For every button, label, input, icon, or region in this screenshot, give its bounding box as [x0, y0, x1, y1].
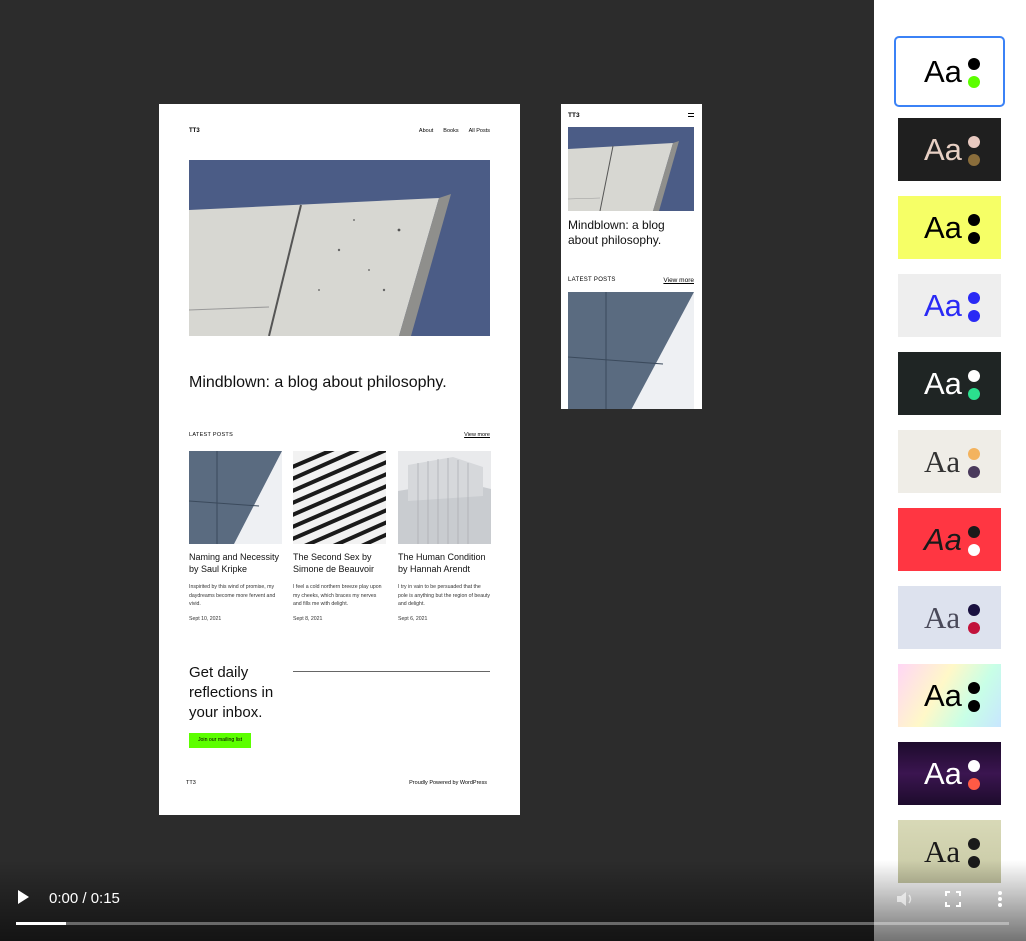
- style-variation-card[interactable]: Aa: [898, 742, 1001, 805]
- post-excerpt: Inspirited by this wind of promise, my d…: [189, 584, 276, 607]
- hamburger-menu-icon: [688, 113, 694, 119]
- style-variation-card[interactable]: Aa: [898, 664, 1001, 727]
- post-card: The Second Sex by Simone de Beauvoir I f…: [293, 451, 386, 622]
- site-tagline: Mindblown: a blog about philosophy.: [568, 218, 665, 247]
- style-variation-card[interactable]: Aa: [898, 118, 1001, 181]
- color-dot-primary: [968, 370, 980, 382]
- post-thumbnail: [398, 451, 491, 544]
- latest-posts-label: LATEST POSTS: [189, 432, 234, 438]
- style-variation-card[interactable]: Aa: [898, 586, 1001, 649]
- color-dot-accent: [968, 232, 980, 244]
- divider: [293, 671, 490, 672]
- video-progress-track[interactable]: [16, 922, 1009, 925]
- color-dot-accent: [968, 388, 980, 400]
- style-preview-text: Aa: [924, 54, 962, 89]
- play-icon[interactable]: [18, 890, 29, 904]
- post-date: Sept 6, 2021: [398, 615, 428, 622]
- color-dot-primary: [968, 838, 980, 850]
- nav-link-books: Books: [443, 128, 459, 134]
- footer-credit: Proudly Powered by WordPress: [409, 780, 487, 786]
- footer-brand: TT3: [186, 780, 196, 786]
- style-variation-card[interactable]: Aa: [894, 36, 1005, 107]
- more-options-icon[interactable]: [996, 890, 1004, 908]
- post-excerpt: I feel a cold northern breeze play upon …: [293, 584, 382, 607]
- style-preview-text: Aa: [924, 366, 962, 401]
- color-dot-primary: [968, 448, 980, 460]
- site-nav: About Books All Posts: [419, 128, 490, 134]
- video-progress-fill: [16, 922, 66, 925]
- latest-posts-label: LATEST POSTS: [568, 277, 616, 283]
- hero-image: [189, 160, 490, 336]
- color-dot-primary: [968, 682, 980, 694]
- mobile-preview: TT3 Mindblown: a blog about philosophy. …: [561, 104, 702, 409]
- nav-link-all-posts: All Posts: [468, 128, 490, 134]
- post-thumbnail: [568, 292, 694, 409]
- hero-image: [568, 127, 694, 211]
- color-dot-primary: [968, 136, 980, 148]
- color-dot-accent: [968, 544, 980, 556]
- post-card: Naming and Necessity by Saul Kripke Insp…: [189, 451, 282, 622]
- color-dot-primary: [968, 292, 980, 304]
- desktop-preview: TT3 About Books All Posts Mindblown: a b…: [159, 104, 520, 815]
- color-dot-accent: [968, 76, 980, 88]
- color-dot-accent: [968, 154, 980, 166]
- style-preview-text: Aa: [924, 600, 961, 635]
- site-tagline: Mindblown: a blog about philosophy.: [189, 374, 447, 391]
- color-dot-accent: [968, 310, 980, 322]
- site-brand: TT3: [568, 112, 580, 119]
- style-preview-text: Aa: [924, 132, 962, 167]
- style-variation-card[interactable]: Aa: [898, 508, 1001, 571]
- post-title: The Second Sex by Simone de Beauvoir: [293, 552, 375, 574]
- view-more-link: View more: [464, 432, 490, 438]
- view-more-link: View more: [663, 277, 694, 284]
- color-dot-accent: [968, 700, 980, 712]
- post-title: Naming and Necessity by Saul Kripke: [189, 552, 280, 574]
- post-card: The Human Condition by Hannah Arendt I t…: [398, 451, 491, 622]
- post-date: Sept 10, 2021: [189, 615, 222, 622]
- video-controls-bar: [0, 860, 1026, 941]
- style-variation-card[interactable]: Aa: [898, 196, 1001, 259]
- volume-icon[interactable]: [896, 890, 916, 908]
- color-dot-primary: [968, 214, 980, 226]
- style-variation-card[interactable]: Aa: [898, 352, 1001, 415]
- post-title: The Human Condition by Hannah Arendt: [398, 552, 486, 574]
- newsletter-heading: Get daily reflections in your inbox.: [189, 664, 274, 721]
- style-preview-text: Aa: [924, 522, 962, 557]
- color-dot-primary: [968, 58, 980, 70]
- post-date: Sept 8, 2021: [293, 615, 323, 622]
- style-preview-text: Aa: [924, 444, 961, 479]
- post-thumbnail: [293, 451, 386, 544]
- color-dot-accent: [968, 622, 980, 634]
- color-dot-primary: [968, 526, 980, 538]
- style-preview-text: Aa: [924, 756, 962, 791]
- color-dot-primary: [968, 760, 980, 772]
- video-time: 0:00 / 0:15: [49, 890, 120, 907]
- post-excerpt: I try in vain to be persuaded that the p…: [398, 584, 490, 607]
- color-dot-accent: [968, 466, 980, 478]
- style-preview-text: Aa: [924, 288, 962, 323]
- style-variation-card[interactable]: Aa: [898, 430, 1001, 493]
- fullscreen-icon[interactable]: [945, 891, 961, 907]
- style-preview-text: Aa: [924, 678, 962, 713]
- mailing-list-button: Join our mailing list: [189, 733, 251, 748]
- post-thumbnail: [189, 451, 282, 544]
- nav-link-about: About: [418, 128, 434, 134]
- video-stage[interactable]: TT3 About Books All Posts Mindblown: a b…: [0, 0, 874, 941]
- color-dot-accent: [968, 778, 980, 790]
- color-dot-primary: [968, 604, 980, 616]
- style-preview-text: Aa: [924, 210, 962, 245]
- site-brand: TT3: [189, 128, 200, 134]
- style-variation-card[interactable]: Aa: [898, 274, 1001, 337]
